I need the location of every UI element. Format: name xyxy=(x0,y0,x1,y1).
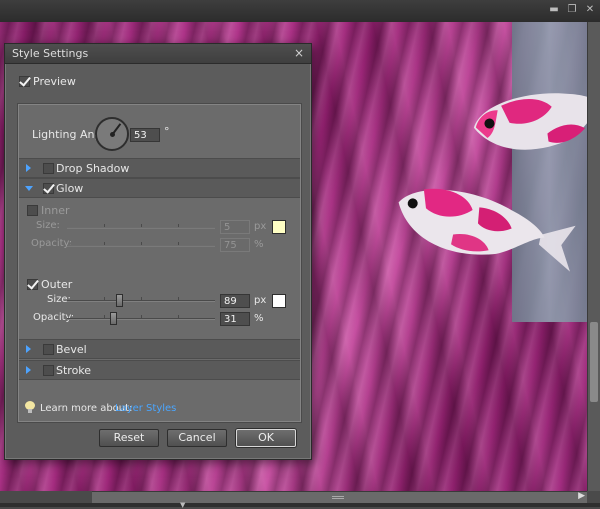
outer-glow-label: Outer xyxy=(41,278,73,291)
glow-checkbox[interactable] xyxy=(43,183,54,194)
dialog-title-bar[interactable]: Style Settings × xyxy=(5,44,311,64)
scroll-right-arrow-icon[interactable]: ▶ xyxy=(578,491,585,501)
expand-arrow-icon[interactable] xyxy=(26,366,31,374)
outer-opacity-slider[interactable] xyxy=(67,312,215,325)
inner-size-input[interactable]: 5 xyxy=(220,220,250,234)
bevel-checkbox[interactable] xyxy=(43,344,54,355)
outer-opacity-slider-thumb[interactable] xyxy=(110,312,117,325)
outer-size-unit: px xyxy=(254,295,267,306)
outer-opacity-unit: % xyxy=(254,313,264,324)
vertical-scrollbar[interactable] xyxy=(587,22,600,491)
bevel-label: Bevel xyxy=(56,343,87,356)
expand-arrow-icon[interactable] xyxy=(26,164,31,172)
glow-label: Glow xyxy=(56,182,84,195)
layer-styles-link[interactable]: Layer Styles xyxy=(115,403,176,414)
app-title-bar: ▬ ❐ ✕ xyxy=(0,0,600,22)
inner-glow-color-swatch[interactable] xyxy=(272,220,286,234)
inner-size-slider[interactable] xyxy=(67,224,215,229)
inner-opacity-unit: % xyxy=(254,239,264,250)
inner-opacity-label: Opacity: xyxy=(31,238,73,249)
collapse-arrow-icon[interactable] xyxy=(25,186,33,191)
vertical-scroll-thumb[interactable] xyxy=(590,322,598,402)
reset-button[interactable]: Reset xyxy=(99,429,159,447)
minimize-icon[interactable]: ▬ xyxy=(547,3,561,17)
horizontal-scrollbar[interactable]: ▶ xyxy=(92,491,587,503)
drop-shadow-section[interactable]: Drop Shadow xyxy=(19,158,300,178)
inner-size-unit: px xyxy=(254,221,267,232)
close-window-icon[interactable]: ✕ xyxy=(583,3,597,17)
lighting-angle-dial[interactable] xyxy=(95,117,129,151)
drop-shadow-label: Drop Shadow xyxy=(56,162,130,175)
angle-center-dot xyxy=(110,132,115,137)
outer-glow-color-swatch[interactable] xyxy=(272,294,286,308)
outer-size-slider[interactable] xyxy=(67,294,215,307)
glow-section[interactable]: Glow xyxy=(19,178,300,198)
expand-arrow-icon[interactable] xyxy=(26,345,31,353)
inner-glow-checkbox[interactable] xyxy=(27,205,38,216)
outer-size-input[interactable]: 89 xyxy=(220,294,250,308)
lighting-angle-input[interactable]: 53 xyxy=(130,128,160,142)
outer-opacity-input[interactable]: 31 xyxy=(220,312,250,326)
stroke-checkbox[interactable] xyxy=(43,365,54,376)
degree-unit: ° xyxy=(164,125,170,138)
outer-glow-checkbox[interactable] xyxy=(27,279,38,290)
dialog-title: Style Settings xyxy=(12,47,89,60)
lightbulb-icon xyxy=(25,401,35,413)
inner-opacity-slider[interactable] xyxy=(67,242,215,247)
inner-glow-label: Inner xyxy=(41,204,70,217)
outer-size-slider-thumb[interactable] xyxy=(116,294,123,307)
restore-icon[interactable]: ❐ xyxy=(565,3,579,17)
scroll-grip-icon[interactable] xyxy=(332,496,344,499)
cancel-button[interactable]: Cancel xyxy=(167,429,227,447)
ok-button[interactable]: OK xyxy=(236,429,296,447)
preview-checkbox[interactable] xyxy=(19,76,30,87)
drop-shadow-checkbox[interactable] xyxy=(43,163,54,174)
preview-label: Preview xyxy=(33,75,76,88)
inner-size-label: Size: xyxy=(36,220,60,231)
panel-expand-icon[interactable]: ▼ xyxy=(180,502,185,509)
bevel-section[interactable]: Bevel xyxy=(19,339,300,359)
bottom-panel-bar xyxy=(0,503,600,507)
inner-opacity-input[interactable]: 75 xyxy=(220,238,250,252)
stroke-label: Stroke xyxy=(56,364,92,377)
close-icon[interactable]: × xyxy=(294,46,304,60)
stroke-section[interactable]: Stroke xyxy=(19,360,300,380)
style-settings-dialog: Style Settings × Preview Lighting Angle:… xyxy=(4,43,312,460)
